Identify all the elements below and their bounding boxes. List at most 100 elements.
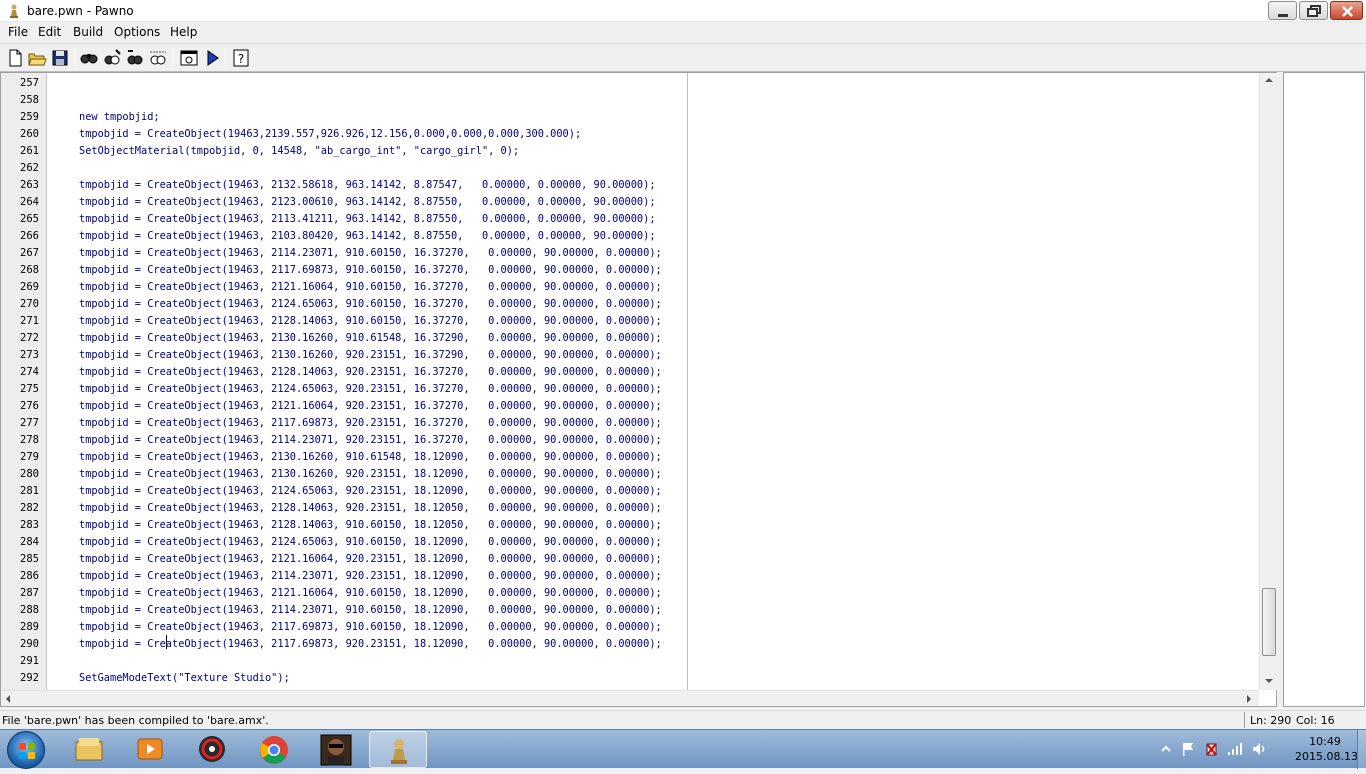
code-line[interactable]: tmpobjid = CreateObject(19463, 2123.0061… (79, 194, 656, 211)
code-line[interactable]: tmpobjid = CreateObject(19463, 2121.1606… (79, 279, 662, 296)
cursor-line-indicator: Ln: 290 (1250, 714, 1292, 727)
code-line[interactable]: tmpobjid = CreateObject(19463, 2103.8042… (79, 228, 656, 245)
code-line[interactable]: tmpobjid = CreateObject(19463, 2130.1626… (79, 466, 662, 483)
action-center-flag-icon[interactable] (1180, 741, 1196, 757)
code-line[interactable]: tmpobjid = CreateObject(19463, 2128.1406… (79, 313, 662, 330)
window-title: bare.pwn - Pawno (27, 4, 134, 18)
safely-remove-hardware-icon[interactable] (1203, 741, 1219, 757)
svg-text:?: ? (238, 52, 244, 66)
line-number: 279 (20, 451, 39, 463)
save-icon[interactable] (50, 48, 70, 68)
taskbar-pawno[interactable] (369, 731, 427, 768)
line-number: 265 (20, 213, 39, 225)
vertical-scrollbar[interactable] (1259, 73, 1277, 690)
line-number: 270 (20, 298, 39, 310)
code-line[interactable]: tmpobjid = CreateObject(19463, 2128.1406… (79, 500, 662, 517)
line-number: 263 (20, 179, 39, 191)
line-number: 268 (20, 264, 39, 276)
cursor-column-indicator: Col: 16 (1296, 714, 1335, 727)
volume-icon[interactable] (1251, 741, 1267, 757)
scroll-right-arrow-icon[interactable] (1247, 695, 1251, 703)
show-desktop-button[interactable] (1357, 730, 1366, 769)
find-next-icon[interactable] (102, 48, 122, 68)
code-line[interactable]: tmpobjid = CreateObject(19463, 2117.6987… (79, 262, 662, 279)
code-line[interactable]: SetObjectMaterial(tmpobjid, 0, 14548, "a… (79, 143, 519, 160)
line-number: 267 (20, 247, 39, 259)
restore-button[interactable] (1299, 1, 1328, 20)
scroll-left-arrow-icon[interactable] (6, 695, 10, 703)
code-line[interactable]: tmpobjid = CreateObject(19463, 2113.4121… (79, 211, 656, 228)
code-editor[interactable]: 257 258 259 260 261 262 263 264 265 266 … (0, 72, 1277, 707)
new-file-icon[interactable] (5, 48, 25, 68)
sync-app-icon (199, 736, 225, 762)
code-line[interactable]: tmpobjid = CreateObject(19463, 2117.6987… (79, 415, 662, 432)
code-line[interactable]: tmpobjid = CreateObject(19463, 2117.6987… (79, 619, 662, 636)
show-hidden-icons-icon[interactable] (1158, 741, 1174, 757)
code-line[interactable]: tmpobjid = CreateObject(19463, 2124.6506… (79, 296, 662, 313)
code-line[interactable]: tmpobjid = CreateObject(19463,2139.557,9… (79, 126, 581, 143)
start-button[interactable] (7, 731, 45, 769)
taskbar-media-player[interactable] (121, 731, 179, 768)
code-area[interactable]: new tmpobjid; tmpobjid = CreateObject(19… (48, 73, 1260, 690)
menu-bar: File Edit Build Options Help (0, 22, 1366, 42)
menu-file[interactable]: File (8, 25, 28, 39)
code-line[interactable]: tmpobjid = CreateObject(19463, 2124.6506… (79, 534, 662, 551)
goto-line-icon[interactable] (148, 48, 168, 68)
scroll-up-arrow-icon[interactable] (1265, 78, 1273, 82)
code-line[interactable]: tmpobjid = CreateObject(19463, 2130.1626… (79, 330, 662, 347)
code-line[interactable]: tmpobjid = CreateObject(19463, 2114.2307… (79, 245, 662, 262)
taskbar-sync-app[interactable] (183, 731, 241, 768)
taskbar-chrome[interactable] (245, 731, 303, 768)
code-line[interactable]: tmpobjid = CreateObject(19463, 2124.6506… (79, 483, 662, 500)
code-line[interactable]: tmpobjid = CreateObject(19463, 2121.1606… (79, 551, 662, 568)
find-icon[interactable] (79, 48, 99, 68)
code-line[interactable]: tmpobjid = CreateObject(19463, 2114.2307… (79, 432, 662, 449)
line-number: 287 (20, 587, 39, 599)
menu-build[interactable]: Build (73, 25, 103, 39)
compile-status-message: File 'bare.pwn' has been compiled to 'ba… (2, 714, 269, 727)
code-line[interactable]: tmpobjid = CreateObject(19463, 2132.5861… (79, 177, 656, 194)
line-number: 291 (20, 655, 39, 667)
code-line[interactable]: tmpobjid = CreateObject(19463, 2128.1406… (79, 364, 662, 381)
media-player-icon (137, 738, 163, 760)
open-file-icon[interactable] (27, 48, 47, 68)
line-number: 290 (20, 638, 39, 650)
menu-options[interactable]: Options (114, 25, 160, 39)
line-number: 280 (20, 468, 39, 480)
line-number: 284 (20, 536, 39, 548)
scroll-down-arrow-icon[interactable] (1265, 679, 1273, 683)
menu-edit[interactable]: Edit (38, 25, 61, 39)
line-number: 278 (20, 434, 39, 446)
compile-icon[interactable] (179, 48, 199, 68)
scroll-thumb[interactable] (1262, 588, 1276, 656)
taskbar-explorer[interactable] (60, 731, 118, 768)
code-line[interactable]: tmpobjid = CreateObject(19463, 2121.1606… (79, 398, 662, 415)
code-line[interactable]: SetGameModeText("Texture Studio"); (79, 670, 290, 687)
minimize-button[interactable] (1268, 1, 1297, 20)
line-number: 292 (20, 672, 39, 684)
line-number: 261 (20, 145, 39, 157)
clock-time[interactable]: 10:49 (1295, 735, 1355, 748)
clock-date[interactable]: 2015.08.13 (1295, 750, 1358, 763)
code-line[interactable]: tmpobjid = CreateObject(19463, 2130.1626… (79, 347, 662, 364)
code-line[interactable]: tmpobjid = CreateObject(19463, 2114.2307… (79, 568, 662, 585)
code-line[interactable]: tmpobjid = CreateObject(19463, 2128.1406… (79, 517, 662, 534)
pawn-chess-icon (6, 3, 22, 19)
menu-help[interactable]: Help (170, 25, 197, 39)
run-icon[interactable] (202, 48, 222, 68)
horizontal-scrollbar[interactable] (1, 690, 1259, 706)
line-number: 259 (20, 111, 39, 123)
network-signal-icon[interactable] (1227, 741, 1243, 757)
taskbar-game[interactable] (307, 731, 365, 768)
line-number-gutter: 257 258 259 260 261 262 263 264 265 266 … (1, 73, 47, 690)
code-line[interactable]: tmpobjid = CreateObject(19463, 2121.1606… (79, 585, 662, 602)
code-line[interactable]: tmpobjid = CreateObject(19463, 2114.2307… (79, 602, 662, 619)
help-icon[interactable]: ? (231, 48, 251, 68)
replace-icon[interactable] (125, 48, 145, 68)
code-line[interactable]: tmpobjid = CreateObject(19463, 2124.6506… (79, 381, 662, 398)
code-line[interactable]: new tmpobjid; (79, 109, 160, 126)
code-line[interactable]: tmpobjid = CreateObject(19463, 2130.1626… (79, 449, 662, 466)
close-button[interactable] (1330, 1, 1363, 20)
game-icon (320, 734, 352, 766)
function-list-panel[interactable] (1283, 72, 1365, 707)
